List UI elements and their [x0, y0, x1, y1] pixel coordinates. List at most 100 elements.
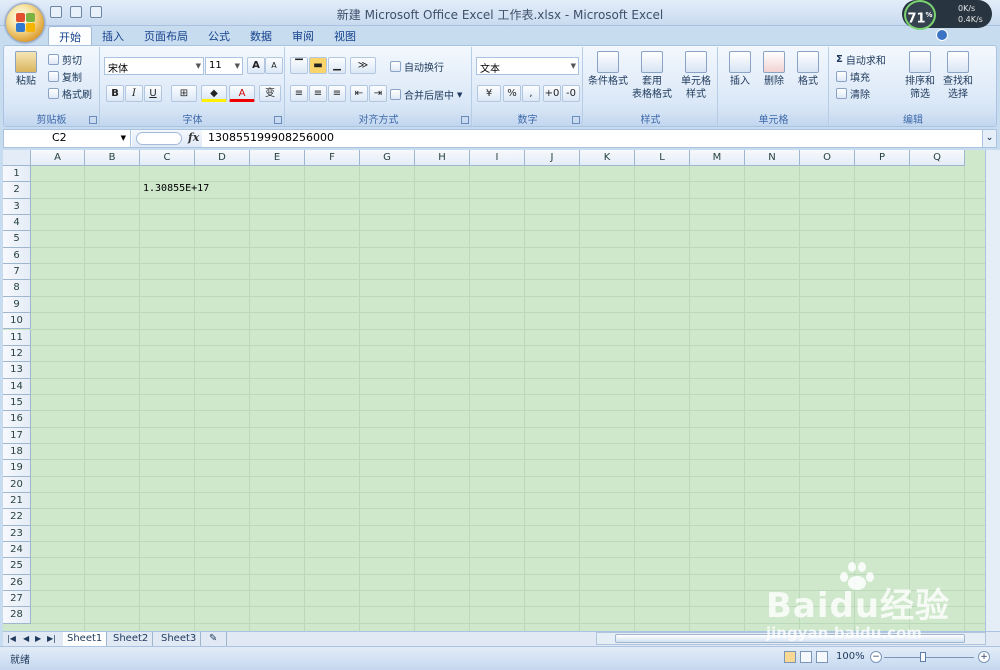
- row-header-10[interactable]: 10: [3, 313, 31, 330]
- zoom-level[interactable]: 100%: [836, 651, 865, 662]
- grow-font-button[interactable]: A: [247, 57, 265, 74]
- decrease-indent-button[interactable]: ⇤: [350, 85, 368, 102]
- decrease-decimal-button[interactable]: -0: [562, 85, 580, 102]
- cut-button[interactable]: 剪切: [48, 52, 82, 67]
- column-header-c[interactable]: C: [140, 150, 195, 166]
- zoom-out-icon[interactable]: −: [870, 651, 882, 663]
- wrap-text-button[interactable]: 自动换行: [390, 59, 444, 74]
- row-header-22[interactable]: 22: [3, 509, 31, 526]
- cell-styles-button[interactable]: 单元格 样式: [676, 51, 716, 101]
- font-color-button[interactable]: A: [229, 85, 255, 102]
- borders-button[interactable]: ⊞: [171, 85, 197, 102]
- row-header-2[interactable]: 2: [3, 182, 31, 199]
- font-launcher-icon[interactable]: [274, 116, 282, 124]
- shrink-font-button[interactable]: A: [265, 57, 283, 74]
- column-header-k[interactable]: K: [580, 150, 635, 166]
- insert-cells-button[interactable]: 插入: [723, 51, 757, 88]
- merge-center-button[interactable]: 合并后居中 ▼: [390, 87, 462, 102]
- select-all-corner[interactable]: [3, 150, 31, 166]
- accounting-format-button[interactable]: ¥: [477, 85, 501, 102]
- row-header-1[interactable]: 1: [3, 166, 31, 183]
- row-header-25[interactable]: 25: [3, 558, 31, 575]
- column-header-d[interactable]: D: [195, 150, 250, 166]
- row-header-17[interactable]: 17: [3, 427, 31, 444]
- format-cells-button[interactable]: 格式: [791, 51, 825, 88]
- underline-button[interactable]: U: [144, 85, 162, 102]
- align-bottom-button[interactable]: ▁: [328, 57, 346, 74]
- align-top-button[interactable]: ▔: [290, 57, 308, 74]
- row-header-19[interactable]: 19: [3, 460, 31, 477]
- increase-indent-button[interactable]: ⇥: [369, 85, 387, 102]
- next-sheet-icon[interactable]: ▶: [35, 634, 41, 643]
- font-name-select[interactable]: 宋体 ▼: [104, 57, 204, 75]
- align-middle-button[interactable]: ▬: [309, 57, 327, 74]
- row-header-18[interactable]: 18: [3, 443, 31, 461]
- name-box[interactable]: C2 ▼: [4, 130, 131, 147]
- delete-cells-button[interactable]: 删除: [757, 51, 791, 88]
- find-select-button[interactable]: 查找和 选择: [940, 51, 976, 101]
- font-size-select[interactable]: 11 ▼: [205, 57, 243, 75]
- align-left-button[interactable]: ≡: [290, 85, 308, 102]
- insert-function-button[interactable]: fx: [188, 131, 199, 144]
- bold-button[interactable]: B: [106, 85, 124, 102]
- format-painter-button[interactable]: 格式刷: [48, 86, 92, 101]
- column-header-a[interactable]: A: [31, 150, 85, 166]
- row-header-6[interactable]: 6: [3, 247, 31, 265]
- tab-page-layout[interactable]: 页面布局: [134, 26, 198, 45]
- column-header-i[interactable]: I: [470, 150, 525, 166]
- row-header-23[interactable]: 23: [3, 525, 31, 543]
- clear-button[interactable]: 清除: [836, 86, 870, 101]
- italic-button[interactable]: I: [125, 85, 143, 102]
- tab-view[interactable]: 视图: [324, 26, 366, 45]
- align-right-button[interactable]: ≡: [328, 85, 346, 102]
- autosum-button[interactable]: Σ 自动求和: [836, 52, 886, 67]
- prev-sheet-icon[interactable]: ◀: [23, 634, 29, 643]
- tab-insert[interactable]: 插入: [92, 26, 134, 45]
- worksheet-grid[interactable]: A B C D E F G H I J K L M N O P Q 1 2 3 4 5 6 7 8 9 10 11 12 13 14 15 16…: [3, 150, 985, 631]
- number-launcher-icon[interactable]: [572, 116, 580, 124]
- sheet-tab-1[interactable]: Sheet1: [63, 632, 108, 646]
- column-header-p[interactable]: P: [855, 150, 910, 166]
- column-header-j[interactable]: J: [525, 150, 580, 166]
- orientation-button[interactable]: ≫: [350, 57, 376, 74]
- copy-button[interactable]: 复制: [48, 69, 82, 84]
- fill-button[interactable]: 填充: [836, 69, 870, 84]
- sort-filter-button[interactable]: 排序和 筛选: [902, 51, 938, 101]
- row-header-21[interactable]: 21: [3, 493, 31, 510]
- number-format-select[interactable]: 文本 ▼: [476, 57, 579, 75]
- tab-data[interactable]: 数据: [240, 26, 282, 45]
- row-header-5[interactable]: 5: [3, 231, 31, 248]
- zoom-slider-track[interactable]: [884, 657, 974, 658]
- conditional-formatting-button[interactable]: 条件格式: [586, 51, 630, 88]
- increase-decimal-button[interactable]: +0: [543, 85, 561, 102]
- format-as-table-button[interactable]: 套用 表格格式: [630, 51, 674, 101]
- row-header-7[interactable]: 7: [3, 264, 31, 281]
- comma-button[interactable]: ,: [522, 85, 540, 102]
- fill-color-button[interactable]: ◆: [201, 85, 227, 102]
- page-layout-view-icon[interactable]: [800, 651, 812, 663]
- column-header-b[interactable]: B: [85, 150, 140, 166]
- column-header-g[interactable]: G: [360, 150, 415, 166]
- insert-sheet-button[interactable]: ✎: [205, 632, 227, 646]
- cell-c2[interactable]: 1.30855E+17: [143, 183, 209, 194]
- vertical-scrollbar[interactable]: [985, 150, 1000, 631]
- office-button[interactable]: [5, 3, 45, 43]
- column-header-q[interactable]: Q: [910, 150, 965, 166]
- alignment-launcher-icon[interactable]: [461, 116, 469, 124]
- row-header-9[interactable]: 9: [3, 296, 31, 314]
- row-header-11[interactable]: 11: [3, 329, 31, 346]
- column-header-m[interactable]: M: [690, 150, 745, 166]
- tab-formulas[interactable]: 公式: [198, 26, 240, 45]
- column-header-f[interactable]: F: [305, 150, 360, 166]
- tab-review[interactable]: 审阅: [282, 26, 324, 45]
- column-header-o[interactable]: O: [800, 150, 855, 166]
- row-header-24[interactable]: 24: [3, 542, 31, 559]
- clipboard-launcher-icon[interactable]: [89, 116, 97, 124]
- last-sheet-icon[interactable]: ▶|: [47, 634, 56, 643]
- phonetic-button[interactable]: 变: [259, 85, 281, 102]
- percent-button[interactable]: %: [503, 85, 521, 102]
- column-header-h[interactable]: H: [415, 150, 470, 166]
- chevron-down-icon[interactable]: ▼: [121, 134, 126, 142]
- help-icon[interactable]: [936, 29, 948, 41]
- column-header-e[interactable]: E: [250, 150, 305, 166]
